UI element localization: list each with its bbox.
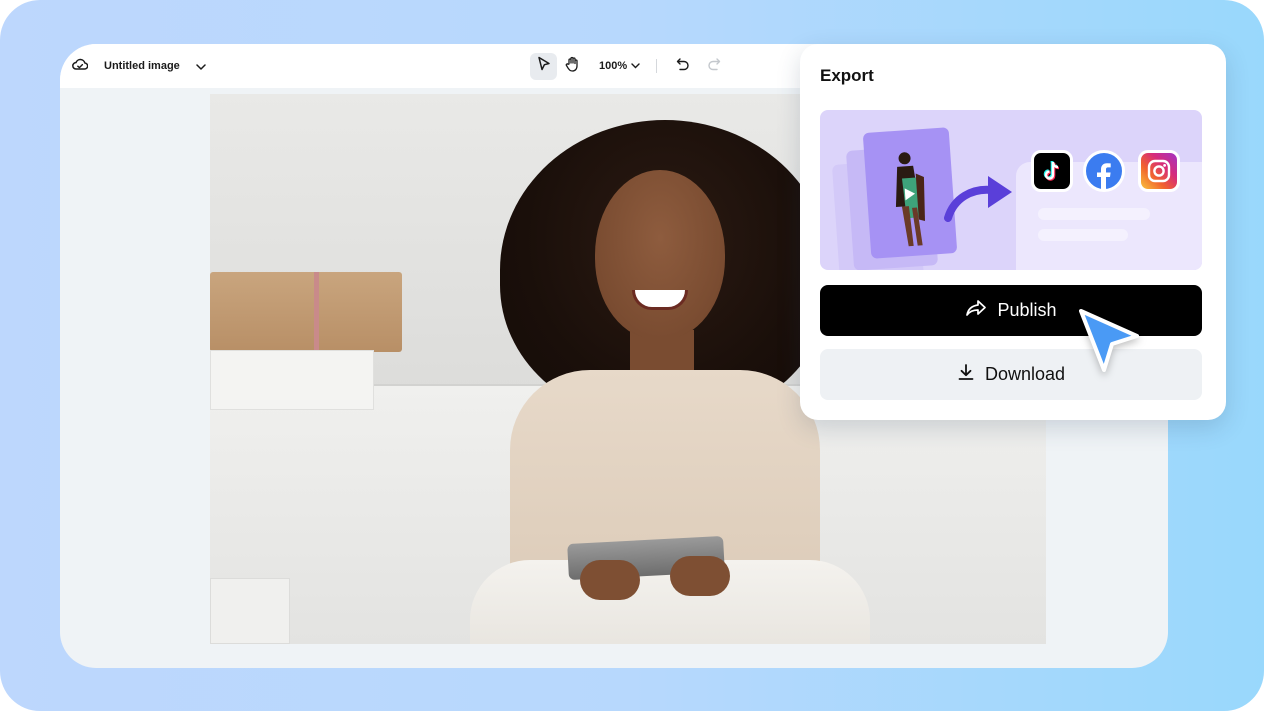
model-figure	[895, 152, 925, 247]
zoom-level: 100%	[599, 60, 628, 72]
white-box	[210, 350, 374, 410]
toolbar-divider	[656, 59, 658, 73]
face	[595, 170, 725, 340]
cloud-check-icon	[72, 57, 89, 76]
undo-button[interactable]	[669, 53, 696, 80]
publish-label: Publish	[997, 300, 1057, 320]
download-label: Download	[984, 364, 1066, 384]
chevron-down-icon[interactable]	[196, 57, 206, 75]
export-promo-illustration	[820, 110, 1202, 270]
chevron-down-icon	[631, 60, 640, 72]
instagram-icon	[1138, 150, 1180, 192]
download-icon	[957, 363, 975, 386]
facebook-icon	[1083, 150, 1125, 192]
woman-photo-subject	[470, 120, 870, 644]
hand-left	[580, 560, 640, 600]
hand-icon	[565, 56, 580, 77]
document-title[interactable]: Untitled image	[104, 60, 180, 72]
hand-tool-button[interactable]	[559, 53, 586, 80]
redo-icon	[707, 57, 721, 76]
hand-right	[670, 556, 730, 596]
placeholder-line	[1038, 208, 1150, 220]
zoom-dropdown[interactable]: 100%	[599, 60, 640, 72]
select-tool-button[interactable]	[530, 52, 557, 80]
redo-button[interactable]	[700, 53, 727, 80]
export-panel: Export Publish Download	[800, 44, 1226, 420]
undo-icon	[676, 57, 690, 76]
pointer-icon	[537, 56, 551, 76]
placeholder-line	[1038, 229, 1128, 241]
export-title: Export	[820, 66, 874, 85]
document-title-group[interactable]: Untitled image	[72, 44, 206, 88]
white-box-small	[210, 578, 290, 644]
arrow-icon	[944, 176, 1012, 222]
gift-box	[210, 272, 402, 352]
tool-group: 100%	[530, 44, 727, 88]
tiktok-icon	[1031, 150, 1073, 192]
mouse-cursor-icon	[1079, 309, 1139, 372]
gift-ribbon	[314, 272, 319, 352]
share-icon	[965, 299, 987, 322]
download-button[interactable]: Download	[820, 349, 1202, 400]
publish-button[interactable]: Publish	[820, 285, 1202, 336]
